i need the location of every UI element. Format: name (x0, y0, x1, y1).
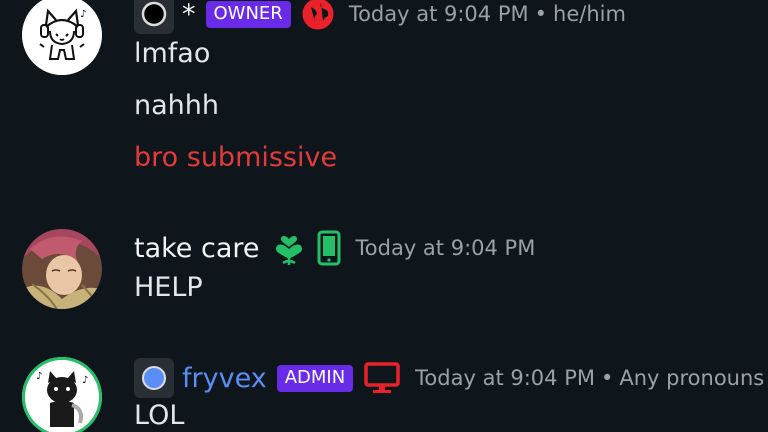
message-header: fryvex ADMIN Today at 9:04 PM • Any pron… (134, 358, 764, 398)
avatar[interactable] (22, 229, 102, 309)
username[interactable]: * (182, 0, 196, 30)
mobile-phone-icon (316, 230, 342, 266)
pronouns: Any pronouns (619, 366, 765, 390)
anime-character-avatar-icon (22, 229, 102, 309)
svg-text:♪: ♪ (82, 375, 88, 386)
separator: • (600, 366, 614, 390)
desktop-monitor-icon (363, 361, 401, 395)
circle-icon (141, 1, 167, 27)
message-text: nahhh (134, 90, 219, 121)
message-text: HELP (134, 272, 203, 303)
username[interactable]: take care (134, 233, 260, 264)
separator: • (534, 2, 548, 26)
pronouns: he/him (553, 2, 626, 26)
green-heart-leaf-icon (270, 229, 308, 267)
timestamp: Today at 9:04 PM (348, 2, 529, 26)
role-badge-admin: ADMIN (276, 364, 354, 392)
cat-headphones-avatar-icon: ♪ (22, 0, 102, 75)
avatar[interactable]: ♪ (22, 0, 102, 75)
message-text: LOL (134, 400, 185, 431)
globe-icon (301, 0, 335, 31)
blue-circle-icon (142, 366, 166, 390)
role-icon (134, 358, 174, 398)
username[interactable]: fryvex (182, 363, 267, 394)
timestamp: Today at 9:04 PM (415, 366, 595, 390)
svg-text:♪: ♪ (80, 9, 86, 20)
message-text: lmfao (134, 38, 211, 69)
message-text: bro submissive (134, 142, 338, 173)
chat-message-list: ♪ * OWNER Today at 9:04 PM • he/him lmfa… (0, 0, 768, 432)
avatar[interactable]: ♪ ♪ (22, 357, 102, 432)
black-cat-avatar-icon: ♪ ♪ (25, 360, 99, 432)
timestamp: Today at 9:04 PM (355, 236, 536, 260)
role-badge-owner: OWNER (205, 0, 291, 28)
message-header: take care Today at 9:04 PM (134, 228, 535, 268)
message-header: * OWNER Today at 9:04 PM • he/him (134, 0, 626, 34)
svg-text:♪: ♪ (36, 371, 42, 382)
role-icon (134, 0, 174, 34)
